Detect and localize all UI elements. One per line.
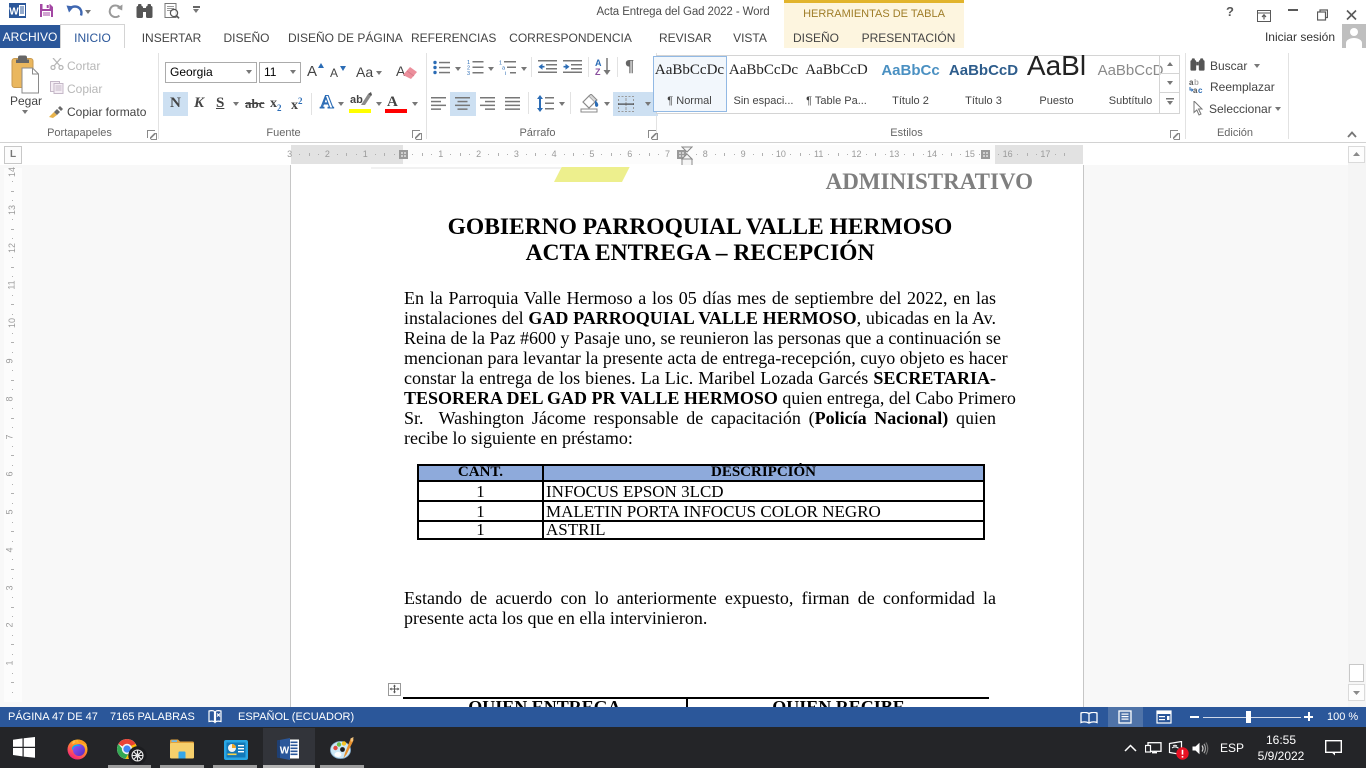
svg-text:i: i: [505, 71, 506, 75]
svg-text:c: c: [1198, 86, 1203, 94]
svg-text:W: W: [280, 746, 290, 757]
svg-text:Z: Z: [595, 67, 601, 76]
svg-text:3: 3: [467, 71, 470, 75]
svg-text:W: W: [9, 7, 19, 18]
